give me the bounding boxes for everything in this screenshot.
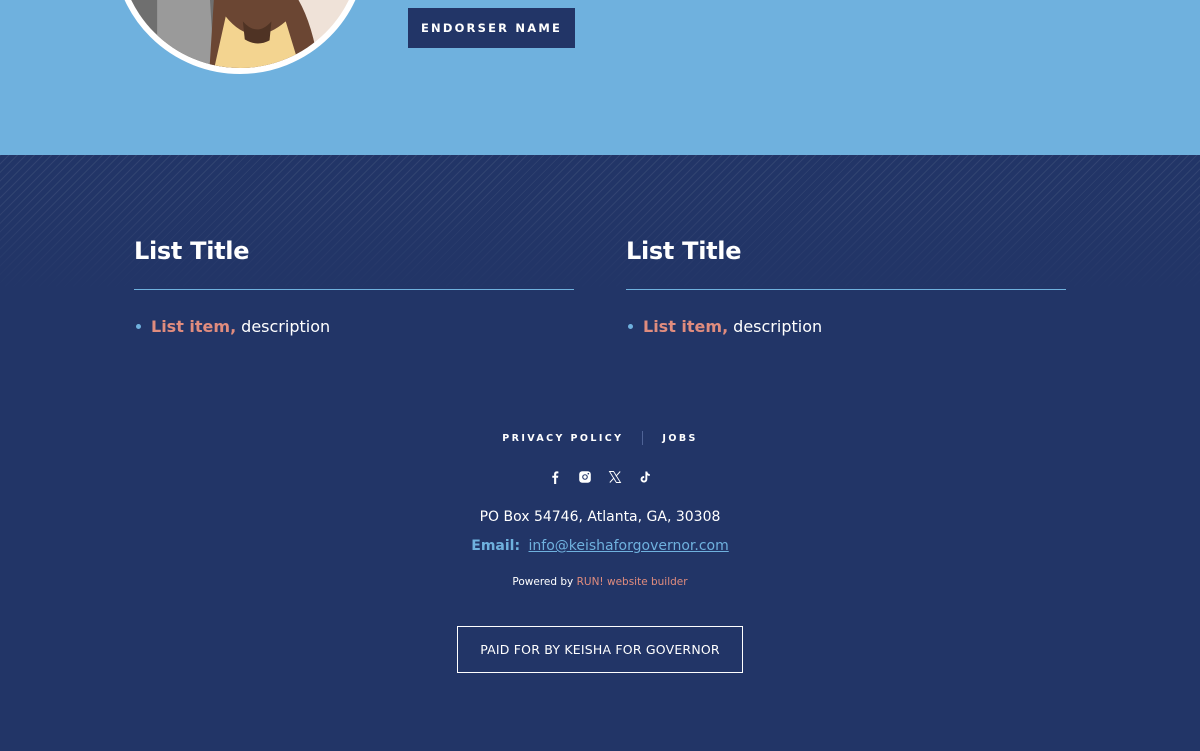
endorser-avatar [113, 0, 367, 74]
jobs-link[interactable]: JOBS [662, 433, 697, 444]
endorser-photo [119, 0, 361, 68]
endorser-name-button[interactable]: ENDORSER NAME [408, 8, 575, 48]
bullet-icon [136, 323, 141, 329]
list-divider [626, 289, 1066, 290]
paid-for-disclaimer: PAID FOR BY KEISHA FOR GOVERNOR [457, 626, 743, 673]
footer-email: Email: info@keishaforgovernor.com [0, 538, 1200, 554]
site-footer: List Title List item, description List T… [0, 155, 1200, 751]
list-item-title: List item, [643, 316, 729, 336]
list-item-description: description [733, 316, 823, 336]
list-item: List item, description [134, 315, 330, 337]
list-title: List Title [134, 237, 250, 265]
email-link[interactable]: info@keishaforgovernor.com [529, 538, 729, 554]
list-title: List Title [626, 237, 742, 265]
endorsement-band: ENDORSER NAME [0, 0, 1200, 155]
x-icon[interactable] [608, 470, 622, 484]
powered-by: Powered by RUN! website builder [0, 576, 1200, 588]
list-item-description: description [241, 316, 331, 336]
hatch-pattern [0, 155, 1200, 295]
social-links [0, 467, 1200, 487]
footer-address: PO Box 54746, Atlanta, GA, 30308 [479, 509, 721, 525]
nav-divider [642, 431, 644, 445]
list-divider [134, 289, 574, 290]
bullet-icon [628, 323, 633, 329]
privacy-policy-link[interactable]: PRIVACY POLICY [502, 433, 623, 444]
run-website-builder-link[interactable]: RUN! website builder [577, 576, 688, 588]
tiktok-icon[interactable] [638, 470, 652, 484]
list-item-title: List item, [151, 316, 237, 336]
email-label: Email: [471, 538, 521, 554]
footer-nav: PRIVACY POLICY JOBS [0, 430, 1200, 446]
powered-prefix: Powered by [512, 576, 574, 588]
list-item: List item, description [626, 315, 822, 337]
instagram-icon[interactable] [578, 470, 592, 484]
facebook-icon[interactable] [548, 470, 562, 484]
